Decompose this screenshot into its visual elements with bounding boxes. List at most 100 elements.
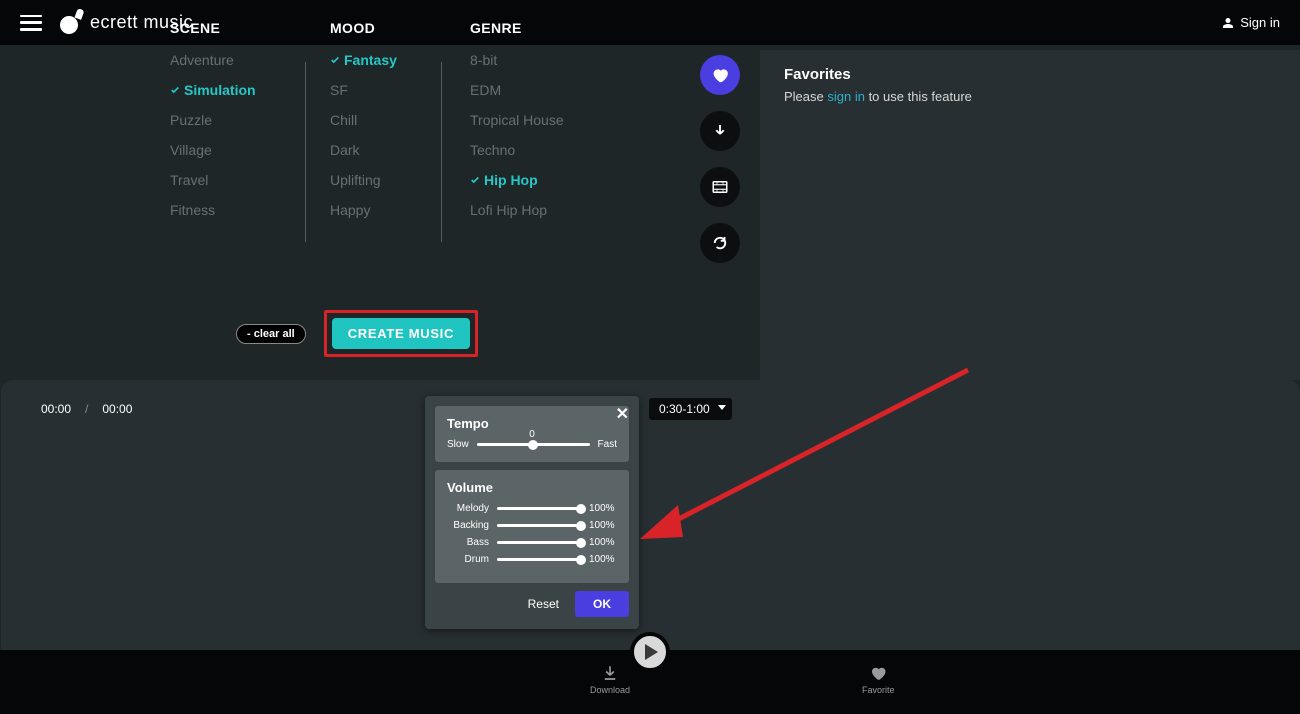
volume-track-label: Bass <box>447 537 489 548</box>
play-icon <box>645 644 658 660</box>
tempo-value: 0 <box>529 429 535 440</box>
category-item[interactable]: SF <box>330 82 441 98</box>
category-item[interactable]: Puzzle <box>170 112 305 128</box>
volume-row: Backing 100% <box>447 520 617 531</box>
tempo-slow-label: Slow <box>447 439 469 450</box>
favorites-subtext: Please sign in to use this feature <box>784 89 1276 104</box>
time-separator: / <box>85 402 88 416</box>
scene-header: SCENE <box>170 20 305 36</box>
chevron-down-icon <box>718 405 726 410</box>
volume-percent: 100% <box>589 520 617 531</box>
category-item[interactable]: Hip Hop <box>470 172 577 188</box>
category-item[interactable]: Travel <box>170 172 305 188</box>
downloads-tab-button[interactable] <box>700 111 740 151</box>
favorite-label: Favorite <box>862 685 895 695</box>
category-item[interactable]: Adventure <box>170 52 305 68</box>
volume-slider[interactable] <box>497 507 581 510</box>
menu-icon[interactable] <box>20 15 42 31</box>
category-item[interactable]: Techno <box>470 142 577 158</box>
category-item[interactable]: Fitness <box>170 202 305 218</box>
volume-row: Melody 100% <box>447 503 617 514</box>
volume-slider[interactable] <box>497 541 581 544</box>
download-button[interactable]: Download <box>590 664 630 695</box>
tempo-slider[interactable] <box>477 443 590 446</box>
slider-thumb[interactable] <box>576 555 586 565</box>
slider-thumb[interactable] <box>576 521 586 531</box>
category-item[interactable]: 8-bit <box>470 52 577 68</box>
volume-slider[interactable] <box>497 524 581 527</box>
category-item[interactable]: Happy <box>330 202 441 218</box>
ok-button[interactable]: OK <box>575 591 629 617</box>
volume-row: Bass 100% <box>447 537 617 548</box>
scene-column: SCENE Adventure Simulation Puzzle Village Tr… <box>170 20 305 242</box>
time-total: 00:00 <box>102 402 132 416</box>
favorite-button[interactable]: Favorite <box>862 664 895 695</box>
volume-percent: 100% <box>589 537 617 548</box>
download-label: Download <box>590 685 630 695</box>
reset-button[interactable]: Reset <box>528 597 559 611</box>
logo-icon <box>60 12 82 34</box>
signin-label: Sign in <box>1240 15 1280 30</box>
time-display: 00:00 / 00:00 <box>41 402 132 416</box>
mood-header: MOOD <box>330 20 441 36</box>
download-icon <box>601 664 619 682</box>
player-bar: Download Favorite <box>0 650 1300 714</box>
user-icon <box>1222 17 1234 29</box>
download-icon <box>711 122 729 140</box>
duration-value: 0:30-1:00 <box>659 402 710 416</box>
create-music-wrap: CREATE MUSIC <box>324 310 478 357</box>
category-item[interactable]: Uplifting <box>330 172 441 188</box>
volume-slider[interactable] <box>497 558 581 561</box>
slider-thumb[interactable] <box>528 440 538 450</box>
regenerate-tab-button[interactable] <box>700 223 740 263</box>
genre-header: GENRE <box>470 20 577 36</box>
category-selectors: SCENE Adventure Simulation Puzzle Village Tr… <box>170 20 577 242</box>
category-item[interactable]: Tropical House <box>470 112 577 128</box>
timeline-panel: 00:00 / 00:00 0:30-1:00 <box>1 380 1300 650</box>
favorites-tab-button[interactable] <box>700 55 740 95</box>
volume-track-label: Backing <box>447 520 489 531</box>
genre-column: GENRE 8-bit EDM Tropical House Techno Hip Ho… <box>442 20 577 242</box>
heart-icon <box>869 664 887 682</box>
volume-rows: Melody 100% Backing 100% Bass 100% Drum 100% <box>447 503 617 565</box>
duration-select[interactable]: 0:30-1:00 <box>649 398 732 420</box>
favorites-title: Favorites <box>784 66 1276 83</box>
video-tab-button[interactable] <box>700 167 740 207</box>
side-circle-buttons <box>700 55 744 263</box>
category-item[interactable]: Village <box>170 142 305 158</box>
category-item[interactable]: Lofi Hip Hop <box>470 202 577 218</box>
tempo-slider-row: 0 Slow Fast <box>447 439 617 450</box>
time-current: 00:00 <box>41 402 71 416</box>
clear-all-button[interactable]: - clear all <box>236 324 306 344</box>
genre-items: 8-bit EDM Tropical House Techno Hip Hop Lofi … <box>470 52 577 218</box>
popup-actions: Reset OK <box>435 591 629 617</box>
category-item[interactable]: Fantasy <box>330 52 441 68</box>
volume-percent: 100% <box>589 554 617 565</box>
redo-icon <box>711 234 729 252</box>
slider-thumb[interactable] <box>576 538 586 548</box>
tempo-section: Tempo 0 Slow Fast <box>435 406 629 462</box>
close-icon[interactable]: ✕ <box>616 404 629 424</box>
favorites-signin-link[interactable]: sign in <box>827 89 865 104</box>
mood-column: MOOD Fantasy SF Chill Dark Uplifting Happy <box>306 20 441 242</box>
category-item[interactable]: Chill <box>330 112 441 128</box>
mood-items: Fantasy SF Chill Dark Uplifting Happy <box>330 52 441 218</box>
signin-link[interactable]: Sign in <box>1222 15 1280 30</box>
slider-thumb[interactable] <box>576 504 586 514</box>
play-button[interactable] <box>630 632 670 672</box>
category-item[interactable]: EDM <box>470 82 577 98</box>
create-music-button[interactable]: CREATE MUSIC <box>332 318 470 349</box>
volume-track-label: Melody <box>447 503 489 514</box>
category-item[interactable]: Simulation <box>170 82 305 98</box>
category-item[interactable]: Dark <box>330 142 441 158</box>
heart-icon <box>711 66 729 84</box>
volume-track-label: Drum <box>447 554 489 565</box>
favorites-pane: Favorites Please sign in to use this fea… <box>760 50 1300 380</box>
action-row: - clear all CREATE MUSIC <box>236 310 478 357</box>
film-icon <box>711 178 729 196</box>
settings-popup: ✕ Tempo 0 Slow Fast Volume Melody100%Bac… <box>425 396 639 629</box>
volume-percent: 100% <box>589 503 617 514</box>
volume-title: Volume <box>447 480 617 495</box>
scene-items: Adventure Simulation Puzzle Village Travel Fi… <box>170 52 305 218</box>
volume-section: Volume Melody 100% Backing 100% Bass 100% Drum… <box>435 470 629 583</box>
